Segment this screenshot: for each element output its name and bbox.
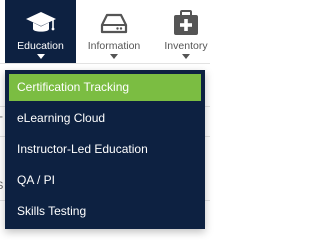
- chevron-down-icon: [110, 54, 118, 59]
- menu-item-instructor-led-education[interactable]: Instructor-Led Education: [9, 136, 201, 163]
- hard-drive-icon: [100, 13, 128, 34]
- chevron-down-icon: [182, 54, 190, 59]
- medical-kit-icon: [174, 10, 198, 35]
- menu-item-skills-testing[interactable]: Skills Testing: [9, 198, 201, 225]
- graduation-cap-icon: [25, 12, 56, 32]
- top-navigation: Education Information Inventory: [0, 0, 210, 64]
- nav-education-label: Education: [17, 40, 64, 52]
- chevron-down-icon: [36, 54, 45, 59]
- nav-information-label: Information: [87, 40, 141, 52]
- nav-inventory-label: Inventory: [164, 40, 208, 52]
- nav-education[interactable]: Education: [5, 0, 76, 63]
- nav-information[interactable]: Information: [78, 0, 150, 63]
- menu-item-certification-tracking[interactable]: Certification Tracking: [9, 74, 201, 101]
- menu-item-elearning-cloud[interactable]: eLearning Cloud: [9, 105, 201, 132]
- nav-inventory[interactable]: Inventory: [153, 0, 219, 63]
- education-dropdown-menu: Certification Tracking eLearning Cloud I…: [5, 70, 205, 229]
- menu-item-qa-pi[interactable]: QA / PI: [9, 167, 201, 194]
